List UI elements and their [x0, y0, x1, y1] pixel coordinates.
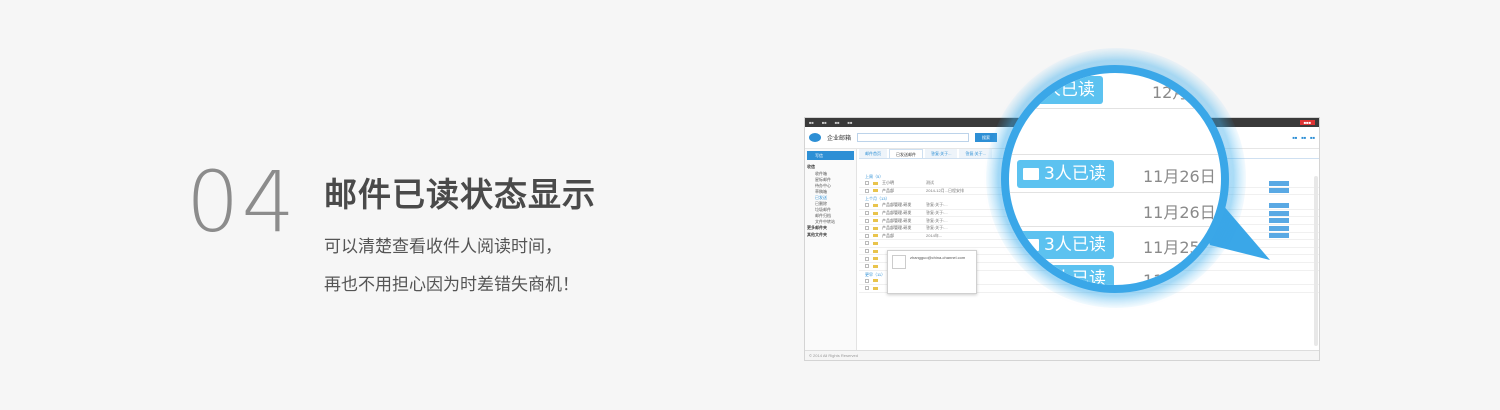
footer: © 2014 All Rights Reserved: [805, 350, 1319, 360]
row-from: 产品部管理-研发: [882, 202, 912, 208]
top-link: ■■: [809, 120, 814, 125]
row-checkbox[interactable]: [865, 256, 869, 261]
magnified-row: 11月26日: [1009, 193, 1221, 227]
row-from: 产品部: [882, 187, 894, 193]
magnified-row: 3人已读 11月25日: [1009, 227, 1221, 263]
mail-icon: [873, 219, 878, 223]
row-checkbox[interactable]: [865, 218, 869, 223]
feature-title: 邮件已读状态显示: [324, 175, 596, 214]
feature-description: 可以清楚查看收件人阅读时间， 再也不用担心因为时差错失商机！: [324, 236, 579, 312]
mail-icon: [873, 211, 878, 215]
row-from: 产品部管理-研发: [882, 210, 912, 216]
read-count-badge: 3人已读: [1017, 231, 1114, 259]
read-date: 11月26日: [1143, 167, 1216, 186]
row-checkbox[interactable]: [865, 249, 869, 254]
mail-icon: [873, 203, 878, 207]
header-links: ■■ ■■ ■■: [1292, 135, 1315, 140]
read-count-badge: 3人已读: [1017, 160, 1114, 188]
sidebar-group-inbox[interactable]: 收信: [807, 164, 854, 171]
feature-desc-line-1: 可以清楚查看收件人阅读时间，: [324, 237, 562, 257]
row-from: 产品部管理-研发: [882, 217, 912, 223]
mail-icon: [873, 286, 878, 290]
mail-icon: [873, 181, 878, 185]
magnified-list: 1人已读 12月 3人已读 11月26日 11月26日 3人已读 11月25日 …: [1009, 73, 1221, 285]
row-from: 王小明: [882, 180, 894, 186]
sidebar-group[interactable]: 更多邮件夹: [807, 225, 854, 232]
row-checkbox[interactable]: [865, 181, 869, 186]
magnified-row: 3人已读 11月26日: [1009, 155, 1221, 193]
avatar: [892, 255, 906, 269]
logout-button[interactable]: ■■■: [1299, 120, 1315, 125]
mail-sidebar: 写信 收信 收件箱 星标邮件 待办中心 草稿箱 已发送 已删除 垃圾邮件 邮件归…: [805, 149, 857, 350]
feature-number: 04: [186, 153, 297, 251]
row-checkbox[interactable]: [865, 211, 869, 216]
envelope-icon: [1023, 239, 1039, 251]
row-checkbox[interactable]: [865, 264, 869, 269]
row-checkbox[interactable]: [865, 286, 869, 291]
top-link: ■■: [847, 120, 853, 125]
row-checkbox[interactable]: [865, 278, 869, 283]
row-checkbox[interactable]: [865, 188, 869, 193]
feature-desc-line-2: 再也不用担心因为时差错失商机！: [324, 275, 579, 295]
envelope-icon: [1023, 168, 1039, 180]
search-input[interactable]: [857, 133, 970, 142]
mail-icon: [873, 241, 878, 245]
read-count-label: 1人已读: [1033, 80, 1095, 100]
sidebar-group[interactable]: 其他文件夹: [807, 232, 854, 239]
mail-icon: [873, 264, 878, 268]
mail-icon: [873, 234, 878, 238]
row-checkbox[interactable]: [865, 203, 869, 208]
contact-card: zhangguo@china-channel.com: [887, 250, 977, 294]
read-date: 12月: [1152, 83, 1189, 102]
mail-icon: [873, 226, 878, 230]
row-checkbox[interactable]: [865, 226, 869, 231]
read-count-label: 3人已读: [1044, 235, 1106, 255]
tab[interactable]: 邮件首页: [859, 149, 887, 158]
mail-icon: [873, 189, 878, 193]
brand-name: 企业邮箱: [827, 136, 852, 142]
mail-icon: [873, 279, 878, 283]
row-checkbox[interactable]: [865, 233, 869, 238]
tab[interactable]: 答复:关于...: [925, 149, 958, 158]
write-button[interactable]: 写信: [807, 151, 854, 160]
scrollbar[interactable]: [1314, 176, 1318, 346]
cloud-logo-icon: [809, 133, 821, 142]
read-count-label: 3人已读: [1044, 164, 1106, 184]
magnifier-lens: 1人已读 12月 3人已读 11月26日 11月26日 3人已读 11月25日 …: [1001, 65, 1229, 293]
row-from: 产品部: [882, 232, 894, 238]
row-from: 产品部管理-研发: [882, 225, 912, 231]
top-link: ■■: [834, 120, 840, 125]
read-date: 11月26日: [1143, 203, 1216, 222]
tab-sent[interactable]: 已发送邮件: [889, 149, 923, 158]
magnified-row: [1009, 109, 1221, 155]
read-count-badge: 1人已读: [1027, 76, 1103, 104]
mail-icon: [873, 249, 878, 253]
row-checkbox[interactable]: [865, 241, 869, 246]
mail-icon: [873, 257, 878, 261]
top-link: ■■: [821, 120, 827, 125]
read-date: 11月25日: [1143, 238, 1216, 257]
